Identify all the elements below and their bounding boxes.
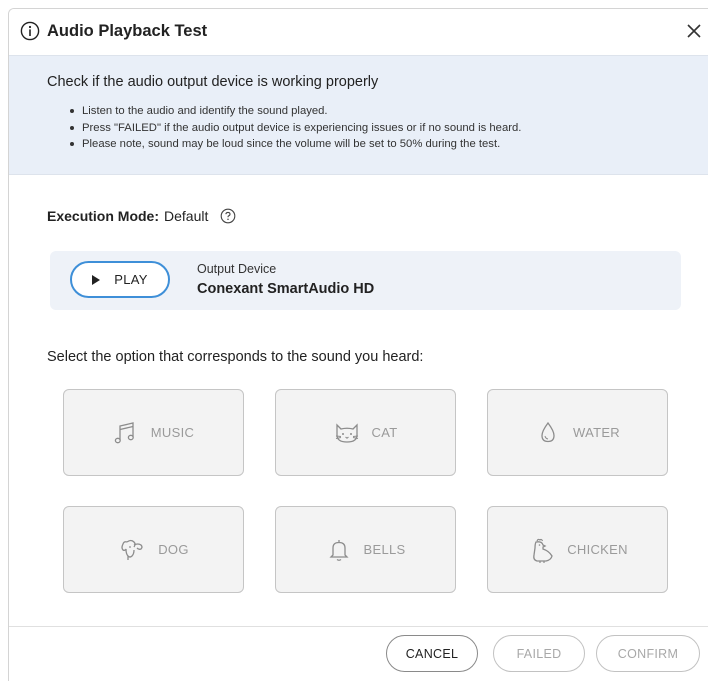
banner-heading: Check if the audio output device is work… (47, 74, 379, 90)
execution-mode: Execution Mode: Default (47, 208, 236, 224)
water-drop-icon (541, 421, 555, 442)
output-device-label: Output Device (197, 262, 277, 276)
execution-mode-value: Default (164, 208, 209, 224)
execution-mode-label: Execution Mode: (47, 208, 160, 224)
music-note-icon (114, 421, 134, 443)
option-cat-button[interactable]: CAT (275, 389, 456, 476)
play-icon (92, 274, 101, 285)
instructions-banner: Check if the audio output device is work… (9, 55, 708, 175)
dialog-title: Audio Playback Test (47, 22, 208, 40)
play-button[interactable]: PLAY (70, 261, 170, 298)
option-water-button[interactable]: WATER (487, 389, 668, 476)
audio-test-dialog: Audio Playback Test Check if the audio o… (8, 8, 708, 681)
option-label: WATER (573, 425, 620, 440)
close-button[interactable] (681, 18, 707, 44)
output-device-name: Conexant SmartAudio HD (197, 281, 375, 297)
option-bells-button[interactable]: BELLS (275, 506, 456, 593)
option-dog-button[interactable]: DOG (63, 506, 244, 593)
instruction-item: Press "FAILED" if the audio output devic… (67, 120, 521, 137)
failed-button[interactable]: FAILED (493, 635, 585, 672)
option-label: CAT (371, 425, 398, 440)
instruction-item: Listen to the audio and identify the sou… (67, 103, 521, 120)
chicken-icon (533, 538, 553, 563)
option-music-button[interactable]: MUSIC (63, 389, 244, 476)
cat-icon (335, 422, 358, 443)
option-label: BELLS (363, 542, 406, 557)
close-icon (687, 24, 701, 38)
dog-icon (121, 539, 143, 560)
option-label: DOG (158, 542, 189, 557)
instruction-item: Please note, sound may be loud since the… (67, 136, 521, 153)
help-icon[interactable] (220, 208, 236, 224)
confirm-button[interactable]: CONFIRM (596, 635, 700, 672)
option-chicken-button[interactable]: CHICKEN (487, 506, 668, 593)
playback-panel: PLAY Output Device Conexant SmartAudio H… (50, 251, 681, 310)
instruction-list: Listen to the audio and identify the sou… (67, 103, 521, 153)
title-bar: Audio Playback Test (9, 9, 708, 55)
cancel-button[interactable]: CANCEL (386, 635, 478, 672)
play-label: PLAY (114, 272, 148, 287)
option-label: MUSIC (150, 425, 195, 440)
footer-divider (9, 626, 708, 627)
selection-prompt: Select the option that corresponds to th… (47, 349, 424, 365)
option-label: CHICKEN (567, 542, 628, 557)
info-icon (20, 21, 40, 41)
bell-icon (328, 539, 349, 561)
